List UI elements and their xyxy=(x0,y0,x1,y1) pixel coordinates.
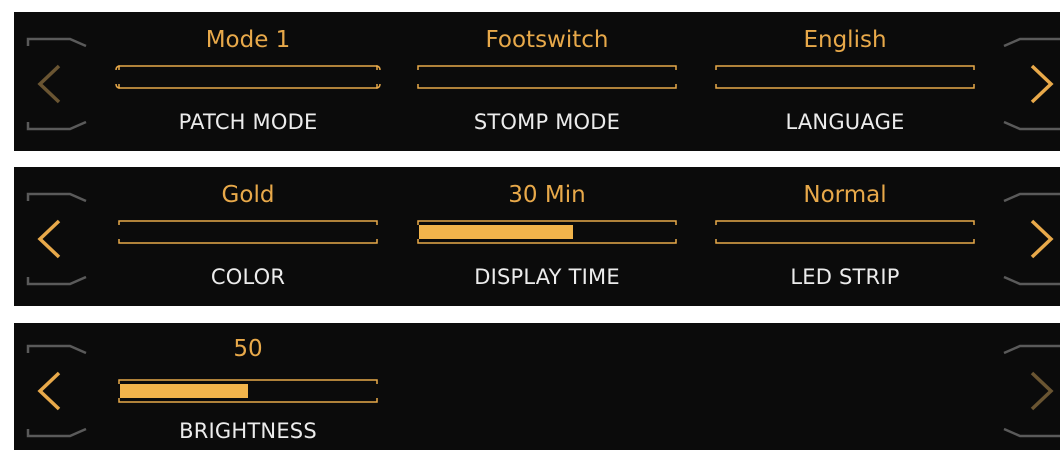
param-value: Normal xyxy=(803,182,887,208)
param-bar[interactable] xyxy=(414,220,680,244)
chevron-left-icon xyxy=(26,344,87,438)
param-value: 30 Min xyxy=(508,182,586,208)
next-page-button[interactable] xyxy=(1002,167,1060,306)
param-value: 50 xyxy=(233,336,263,362)
chevron-left-icon xyxy=(26,192,87,286)
param-value: Mode 1 xyxy=(205,27,291,53)
param-bar-fill xyxy=(120,384,248,398)
param-label: STOMP MODE xyxy=(473,110,621,134)
param-bar-fill xyxy=(419,225,573,239)
param-bar[interactable] xyxy=(414,65,680,89)
param-label: LANGUAGE xyxy=(785,110,905,134)
param-value: Gold xyxy=(221,182,275,208)
prev-page-button[interactable] xyxy=(26,167,88,306)
chevron-right-icon xyxy=(1003,344,1060,438)
next-page-button[interactable] xyxy=(1002,12,1060,151)
param-label: COLOR xyxy=(210,265,286,289)
param-label: LED STRIP xyxy=(790,265,900,289)
chevron-right-icon xyxy=(1003,37,1060,131)
param-label: BRIGHTNESS xyxy=(179,419,317,443)
prev-page-button[interactable] xyxy=(26,12,88,151)
param-label: PATCH MODE xyxy=(178,110,318,134)
chevron-right-icon xyxy=(1003,192,1060,286)
settings-row-1: Mode 1 PATCH MODE Footswitch STOMP MODE … xyxy=(14,12,1060,151)
param-bar[interactable] xyxy=(115,65,381,89)
param-value: English xyxy=(803,27,887,53)
settings-row-2: Gold COLOR 30 Min DISPLAY TIME Normal LE… xyxy=(14,167,1060,306)
param-bar[interactable] xyxy=(712,220,978,244)
param-label: DISPLAY TIME xyxy=(474,265,620,289)
param-value: Footswitch xyxy=(485,27,609,53)
param-bar[interactable] xyxy=(712,65,978,89)
param-bar[interactable] xyxy=(115,379,381,403)
chevron-left-icon xyxy=(26,37,87,131)
prev-page-button[interactable] xyxy=(26,323,88,450)
settings-row-3: 50 BRIGHTNESS xyxy=(14,323,1060,450)
param-bar[interactable] xyxy=(115,220,381,244)
next-page-button[interactable] xyxy=(1002,323,1060,450)
